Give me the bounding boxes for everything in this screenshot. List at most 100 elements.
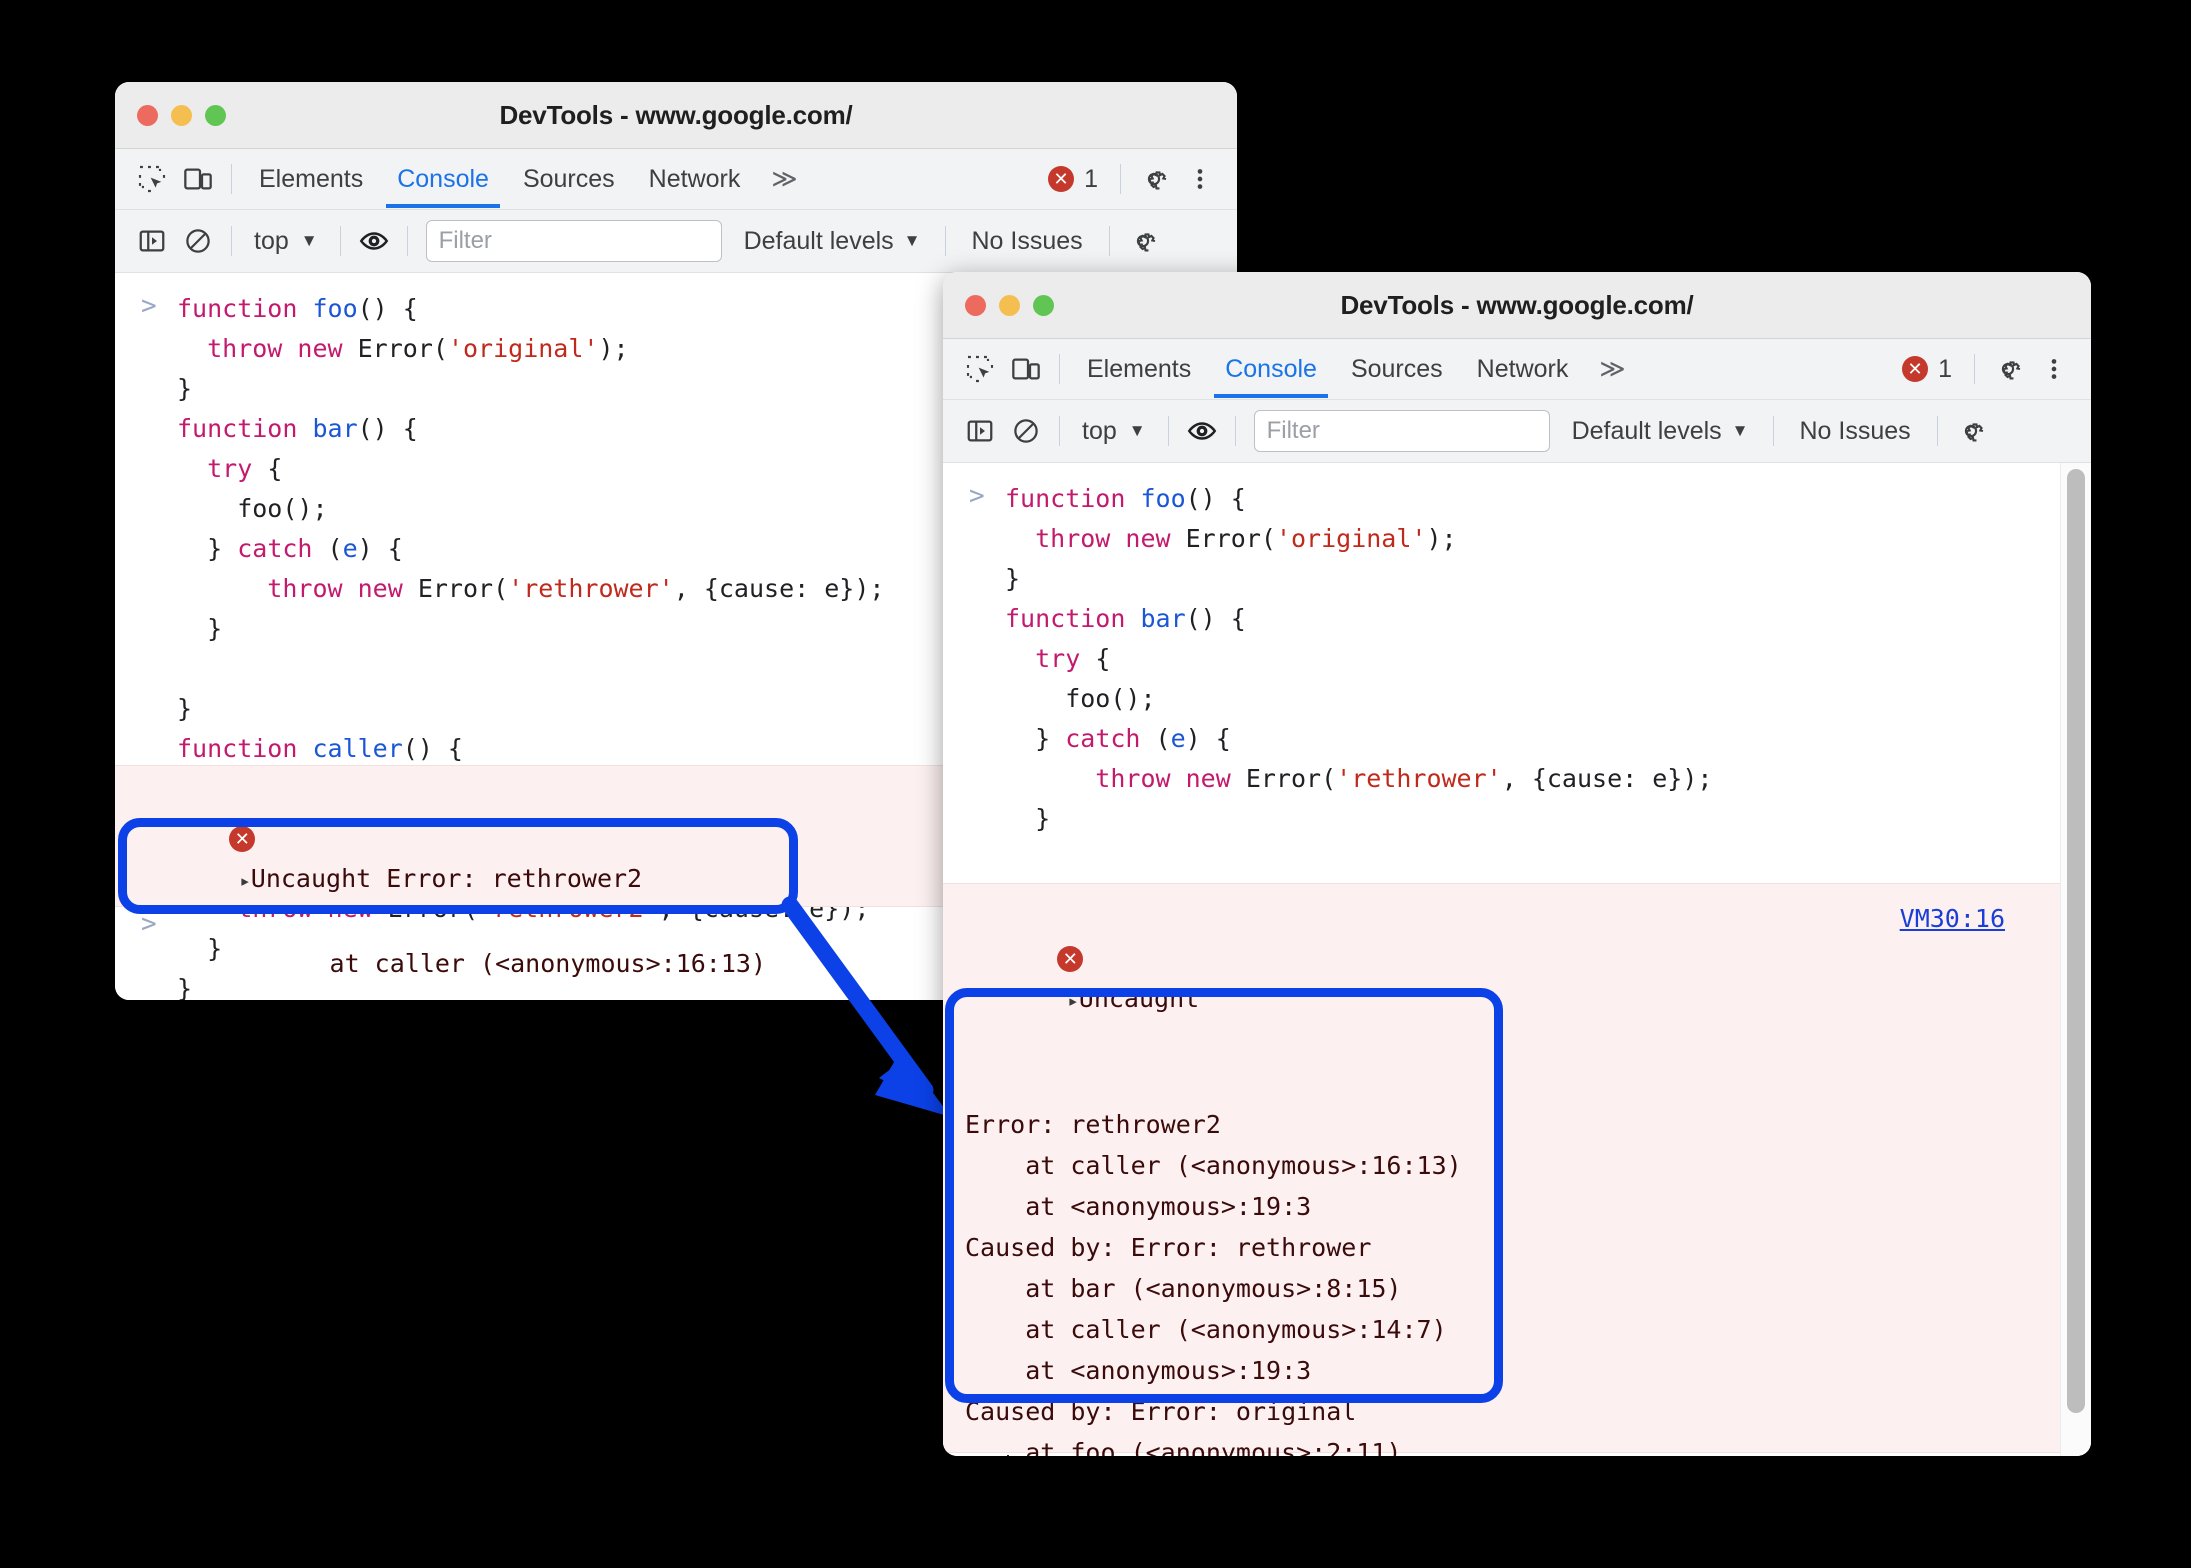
window-1-next-prompt-icon[interactable]: > xyxy=(141,909,157,939)
window-1-traffic-lights[interactable] xyxy=(115,104,226,126)
code-token: foo(); xyxy=(1005,684,1156,713)
code-line: function bar() { xyxy=(1005,599,1712,639)
inspect-element-icon[interactable] xyxy=(129,156,175,202)
code-token: } xyxy=(177,534,238,563)
close-window-button-2[interactable] xyxy=(965,294,986,316)
code-token: e xyxy=(342,534,358,563)
code-token: } xyxy=(1005,724,1066,753)
code-line: throw new Error('rethrower', {cause: e})… xyxy=(177,569,884,609)
tabbar-divider xyxy=(231,164,232,194)
error-stack-line: Error: rethrower2 xyxy=(965,1110,1221,1139)
execution-context-selector[interactable]: top ▼ xyxy=(242,227,330,256)
code-line: } xyxy=(177,609,884,649)
device-toolbar-icon[interactable] xyxy=(175,156,221,202)
console-scrollbar-thumb[interactable] xyxy=(2067,469,2085,1413)
error-count-badge[interactable]: ✕ 1 xyxy=(1036,165,1110,194)
code-token: try xyxy=(1005,644,1081,673)
code-token: foo xyxy=(1140,484,1186,513)
issues-status[interactable]: No Issues xyxy=(956,227,1099,256)
more-options-icon-2[interactable] xyxy=(2031,346,2077,392)
console-sidebar-icon[interactable] xyxy=(129,218,175,264)
console-text-cursor xyxy=(1007,1455,1009,1456)
tab-sources[interactable]: Sources xyxy=(506,150,632,208)
error-source-link[interactable]: VM30:16 xyxy=(1900,898,2005,939)
code-token: Error( xyxy=(417,574,509,603)
devtools-window-2[interactable]: DevTools - www.google.com/ Elements Cons… xyxy=(943,272,2091,1456)
code-token: function xyxy=(177,414,313,443)
error-circle-icon-entry: ✕ xyxy=(229,826,256,852)
tab-elements-2[interactable]: Elements xyxy=(1070,340,1208,398)
tab-console-2[interactable]: Console xyxy=(1208,340,1334,398)
toolbar-divider-4 xyxy=(944,226,946,256)
tab-network-2[interactable]: Network xyxy=(1460,340,1586,398)
live-expression-eye-icon[interactable] xyxy=(351,218,397,264)
minimize-window-button[interactable] xyxy=(171,104,192,126)
code-token: bar xyxy=(1140,604,1186,633)
window-1-tabbar[interactable]: Elements Console Sources Network ≫ ✕ 1 xyxy=(115,149,1237,210)
code-token: function xyxy=(177,294,313,323)
code-token: catch xyxy=(1065,724,1141,753)
window-2-titlebar[interactable]: DevTools - www.google.com/ xyxy=(943,272,2091,339)
issues-status-2[interactable]: No Issues xyxy=(1784,417,1927,446)
error-stack-line: at caller (<anonymous>:14:7) xyxy=(965,1315,1447,1344)
window-2-error-entry[interactable]: ✕ ▸Uncaught VM30:16 Error: rethrower2 at… xyxy=(943,883,2061,1456)
console-sidebar-icon-2[interactable] xyxy=(957,408,1003,454)
window-2-console-toolbar[interactable]: top ▼ Filter Default levels ▼ No Issues xyxy=(943,400,2091,463)
chevron-down-icon-2: ▼ xyxy=(1128,421,1146,440)
code-token: throw new xyxy=(177,334,358,363)
code-line: } catch (e) { xyxy=(1005,719,1712,759)
error-count-badge-2[interactable]: ✕ 1 xyxy=(1890,355,1964,384)
code-token: Error( xyxy=(1245,764,1337,793)
error-stack-line: Caused by: Error: rethrower xyxy=(965,1233,1372,1262)
zoom-window-button[interactable] xyxy=(205,104,226,126)
code-line: } xyxy=(1005,559,1712,599)
execution-context-selector-2[interactable]: top ▼ xyxy=(1070,417,1158,446)
code-token: throw new xyxy=(177,574,418,603)
code-token: () { xyxy=(1185,604,1246,633)
tab-elements[interactable]: Elements xyxy=(242,150,380,208)
window-2-console-body[interactable]: > function foo() { throw new Error('orig… xyxy=(943,463,2091,1456)
more-options-icon[interactable] xyxy=(1177,156,1223,202)
window-1-console-toolbar[interactable]: top ▼ Filter Default levels ▼ No Issues xyxy=(115,210,1237,273)
code-token: } xyxy=(177,694,193,723)
console-settings-gear-icon-2[interactable] xyxy=(1948,408,1994,454)
live-expression-eye-icon-2[interactable] xyxy=(1179,408,1225,454)
tabbar-divider-w2-2 xyxy=(1974,354,1975,384)
tab-sources-2[interactable]: Sources xyxy=(1334,340,1460,398)
code-token: ); xyxy=(598,334,629,363)
code-token: ( xyxy=(1140,724,1171,753)
tabbar-divider-w2 xyxy=(1059,354,1060,384)
filter-input[interactable]: Filter xyxy=(425,220,722,262)
tab-network[interactable]: Network xyxy=(632,150,758,208)
more-tabs-icon[interactable]: ≫ xyxy=(757,164,811,194)
filter-input-2[interactable]: Filter xyxy=(1253,410,1550,452)
clear-console-icon-2[interactable] xyxy=(1003,408,1049,454)
code-token: function xyxy=(1005,604,1141,633)
code-line: function caller() { xyxy=(177,729,884,769)
log-levels-selector[interactable]: Default levels ▼ xyxy=(730,227,935,256)
settings-gear-icon-2[interactable] xyxy=(1985,346,2031,392)
code-token: ( xyxy=(312,534,343,563)
settings-gear-icon[interactable] xyxy=(1131,156,1177,202)
console-scrollbar-track[interactable] xyxy=(2060,463,2091,1456)
window-1-titlebar[interactable]: DevTools - www.google.com/ xyxy=(115,82,1237,149)
more-tabs-icon-2[interactable]: ≫ xyxy=(1585,354,1639,384)
window-2-next-prompt-icon[interactable]: > xyxy=(969,1453,985,1456)
device-toolbar-icon-2[interactable] xyxy=(1003,346,1049,392)
error-disclosure-triangle-icon-2[interactable]: ▸ xyxy=(1067,990,1078,1012)
close-window-button[interactable] xyxy=(137,104,158,126)
console-settings-gear-icon[interactable] xyxy=(1120,218,1166,264)
code-token: Error( xyxy=(1185,524,1276,553)
minimize-window-button-2[interactable] xyxy=(999,294,1020,316)
code-token: foo xyxy=(312,294,358,323)
zoom-window-button-2[interactable] xyxy=(1033,294,1054,316)
error-disclosure-triangle-icon[interactable]: ▸ xyxy=(239,870,250,892)
window-2-traffic-lights[interactable] xyxy=(943,294,1054,316)
inspect-element-icon-2[interactable] xyxy=(957,346,1003,392)
code-token: function xyxy=(177,734,313,763)
code-token: 'rethrower' xyxy=(508,574,674,603)
tab-console[interactable]: Console xyxy=(380,150,506,208)
clear-console-icon[interactable] xyxy=(175,218,221,264)
window-2-tabbar[interactable]: Elements Console Sources Network ≫ ✕ 1 xyxy=(943,339,2091,400)
log-levels-selector-2[interactable]: Default levels ▼ xyxy=(1558,417,1763,446)
